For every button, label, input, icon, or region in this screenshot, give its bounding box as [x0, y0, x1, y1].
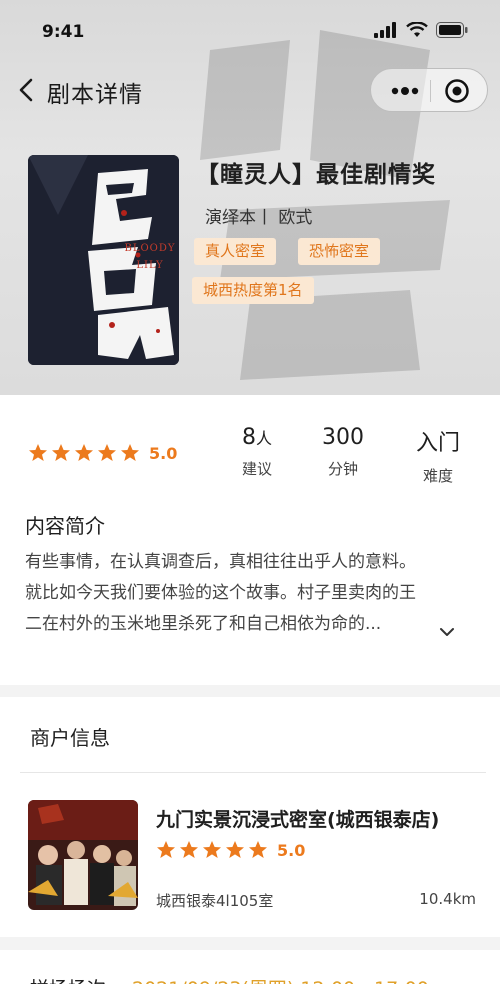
shop-address: 城西银泰4l105室 [156, 892, 274, 910]
stat-difficulty-label: 难度 [422, 467, 453, 485]
intro-title: 内容简介 [25, 514, 105, 538]
mini-program-capsule [370, 68, 488, 112]
star-icon [29, 444, 47, 461]
shop-rating: 5.0 [156, 840, 305, 860]
schedule-time[interactable]: 2021/09/23(周四) 12:00 - 17:00 [132, 974, 429, 984]
star-icon [157, 841, 175, 858]
page-title: 剧本详情 [47, 82, 143, 108]
navigation-bar: 剧本详情 [0, 66, 500, 114]
script-title: 【瞳灵人】最佳剧情奖 [196, 162, 436, 188]
merchant-section-title: 商户信息 [30, 726, 110, 750]
stat-duration-label: 分钟 [327, 460, 358, 478]
star-icon [180, 841, 198, 858]
stat-difficulty-value: 入门 [415, 431, 460, 456]
stat-difficulty: 入门 难度 [398, 425, 478, 486]
schedule-label: 拼场场次 [30, 974, 106, 984]
script-meta: 演绎本丨 欧式 [205, 208, 313, 228]
intro-line: 有些事情，在认真调查后，真相往往出乎人的意料。 [25, 552, 416, 572]
shop-distance: 10.4km [419, 890, 476, 908]
divider [20, 772, 486, 773]
rating-score: 5.0 [149, 443, 178, 463]
shop-photo[interactable] [28, 800, 138, 910]
stat-players-value: 8 [241, 425, 256, 450]
star-icon [249, 841, 267, 858]
shop-rating-score: 5.0 [277, 840, 306, 860]
status-time: 9:41 [42, 22, 85, 42]
tag-horror-escape: 恐怖密室 [298, 238, 381, 265]
signal-icon [374, 22, 396, 38]
stat-duration-value: 300 [322, 425, 364, 450]
intro-line: 二在村外的玉米地里杀死了和自己相依为命的... [25, 614, 382, 634]
shop-photo-image [28, 800, 138, 910]
intro-description[interactable]: 有些事情，在认真调查后，真相往往出乎人的意料。 就比如今天我们要体验的这个故事。… [25, 547, 485, 640]
target-close-icon[interactable] [443, 77, 471, 105]
star-icon [75, 444, 93, 461]
stat-players: 8人 建议 [217, 425, 297, 479]
stat-players-value-row: 8人 [217, 425, 297, 450]
stat-duration: 300 分钟 [303, 425, 383, 479]
wifi-icon [406, 22, 428, 37]
shop-name[interactable]: 九门实景沉浸式密室(城西银泰店) [156, 805, 439, 832]
star-icon [226, 841, 244, 858]
script-rating: 5.0 [28, 443, 177, 463]
status-icons [374, 22, 468, 38]
status-bar: 9:41 [0, 0, 500, 62]
stat-players-label: 建议 [241, 460, 272, 478]
star-icon [121, 444, 139, 461]
star-icon [52, 444, 70, 461]
hero-header: 9:41 剧本详情 BLOODY LILY 【瞳灵人】最佳剧情奖 演绎本丨 欧式… [0, 0, 500, 395]
tag-popularity-rank: 城西热度第1名 [192, 277, 314, 304]
star-icon [203, 841, 221, 858]
intro-line: 就比如今天我们要体验的这个故事。村子里卖肉的王 [25, 583, 416, 603]
back-arrow-icon[interactable] [14, 74, 42, 106]
poster-logo-text: BLOODY LILY [124, 243, 176, 271]
capsule-divider [430, 80, 431, 102]
tag-real-escape: 真人密室 [194, 238, 277, 265]
stat-players-unit: 人 [255, 429, 272, 448]
chevron-down-icon[interactable] [436, 621, 458, 643]
star-icon [98, 444, 116, 461]
more-dots-icon[interactable] [387, 77, 423, 105]
battery-icon [436, 22, 468, 38]
